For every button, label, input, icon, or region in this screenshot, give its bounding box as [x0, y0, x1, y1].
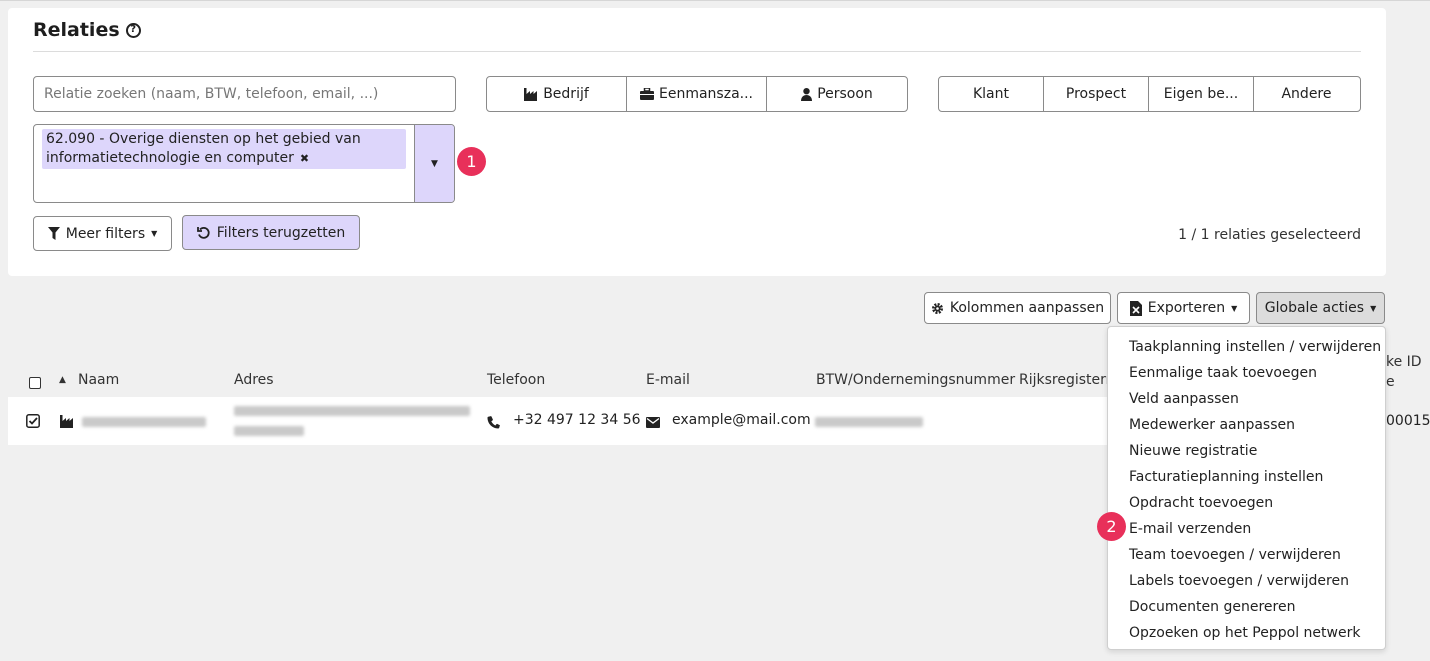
global-actions-label: Globale acties — [1264, 300, 1365, 316]
type-filter-eenmanszaak[interactable]: Eenmansza... — [627, 77, 767, 111]
menu-item-nieuwe-registratie[interactable]: Nieuwe registratie — [1108, 438, 1385, 464]
nace-code-select[interactable]: 62.090 - Overige diensten op het gebied … — [33, 124, 455, 203]
search-input[interactable] — [33, 76, 456, 112]
redacted-address-line-2 — [234, 426, 304, 436]
status-filter-prospect[interactable]: Prospect — [1044, 77, 1149, 111]
column-btw[interactable]: BTW/Ondernemingsnummer — [816, 372, 1015, 388]
menu-item-peppol[interactable]: Opzoeken op het Peppol netwerk — [1108, 620, 1385, 646]
remove-tag-icon[interactable]: ✖ — [300, 152, 309, 165]
redacted-address-line-1 — [234, 406, 470, 416]
page-title-text: Relaties — [33, 19, 120, 41]
caret-down-icon: ▼ — [1231, 303, 1238, 313]
page-title: Relaties ? — [33, 19, 141, 41]
id-value-partial: 00015 — [1386, 413, 1430, 429]
export-label: Exporteren — [1147, 300, 1226, 316]
redacted-name — [82, 417, 206, 427]
column-naam[interactable]: Naam — [78, 372, 119, 388]
menu-item-labels[interactable]: Labels toevoegen / verwijderen — [1108, 568, 1385, 594]
chevron-down-icon[interactable]: ▼ — [414, 125, 454, 202]
gear-icon — [931, 302, 943, 314]
caret-down-icon: ▼ — [151, 229, 158, 238]
menu-item-eenmalige-taak[interactable]: Eenmalige taak toevoegen — [1108, 360, 1385, 386]
menu-item-email-verzenden[interactable]: E-mail verzenden — [1108, 516, 1385, 542]
select-all-checkbox[interactable] — [29, 377, 41, 389]
step-badge-2: 2 — [1097, 512, 1126, 541]
reset-filters-button[interactable]: Filters terugzetten — [182, 215, 360, 250]
nace-tag-label: 62.090 - Overige diensten op het gebied … — [46, 131, 361, 166]
nace-tag: 62.090 - Overige diensten op het gebied … — [42, 129, 406, 169]
menu-item-team[interactable]: Team toevoegen / verwijderen — [1108, 542, 1385, 568]
email-value[interactable]: example@mail.com — [672, 412, 811, 428]
factory-icon — [60, 415, 73, 428]
top-border — [0, 0, 1430, 1]
column-email[interactable]: E-mail — [646, 372, 690, 388]
status-filter-andere[interactable]: Andere — [1254, 77, 1359, 111]
column-adres[interactable]: Adres — [234, 372, 274, 388]
user-icon — [801, 87, 813, 101]
briefcase-icon — [640, 88, 654, 100]
global-actions-menu: Taakplanning instellen / verwijderen Een… — [1107, 326, 1386, 650]
customize-columns-label: Kolommen aanpassen — [949, 300, 1105, 316]
more-filters-label: Meer filters — [65, 225, 146, 242]
type-filter-group: Bedrijf Eenmansza... Persoon — [486, 76, 908, 112]
excel-file-icon — [1129, 300, 1142, 316]
column-id-partial-2: e — [1386, 374, 1395, 390]
menu-item-veld-aanpassen[interactable]: Veld aanpassen — [1108, 386, 1385, 412]
envelope-icon — [646, 417, 660, 428]
status-filter-klant[interactable]: Klant — [939, 77, 1044, 111]
step-badge-1: 1 — [457, 147, 486, 176]
menu-item-facturatieplanning[interactable]: Facturatieplanning instellen — [1108, 464, 1385, 490]
type-filter-label: Eenmansza... — [659, 86, 753, 102]
sort-asc-icon[interactable]: ▲ — [59, 375, 66, 385]
type-filter-label: Bedrijf — [543, 86, 589, 102]
export-button[interactable]: Exporteren ▼ — [1117, 292, 1250, 324]
global-actions-button[interactable]: Globale acties ▼ — [1256, 292, 1385, 324]
type-filter-persoon[interactable]: Persoon — [767, 77, 907, 111]
column-rijksregister[interactable]: Rijksregisterm — [1019, 372, 1119, 388]
menu-item-taakplanning[interactable]: Taakplanning instellen / verwijderen — [1108, 334, 1385, 360]
customize-columns-button[interactable]: Kolommen aanpassen — [924, 292, 1111, 324]
help-icon[interactable]: ? — [125, 22, 141, 38]
reset-filters-label: Filters terugzetten — [216, 224, 346, 241]
column-telefoon[interactable]: Telefoon — [487, 372, 545, 388]
type-filter-bedrijf[interactable]: Bedrijf — [487, 77, 627, 111]
menu-item-documenten[interactable]: Documenten genereren — [1108, 594, 1385, 620]
column-id-partial: ke ID — [1386, 354, 1422, 370]
factory-icon — [524, 87, 538, 101]
selection-count: 1 / 1 relaties geselecteerd — [1178, 227, 1361, 243]
status-filter-group: Klant Prospect Eigen be... Andere — [938, 76, 1361, 112]
checked-checkbox-icon[interactable] — [26, 414, 40, 428]
phone-icon — [487, 416, 500, 429]
type-filter-label: Persoon — [817, 86, 873, 102]
title-divider — [33, 51, 1361, 52]
phone-value[interactable]: +32 497 12 34 56 — [513, 412, 641, 428]
status-filter-eigen-bedrijf[interactable]: Eigen be... — [1149, 77, 1254, 111]
menu-item-medewerker[interactable]: Medewerker aanpassen — [1108, 412, 1385, 438]
more-filters-button[interactable]: Meer filters ▼ — [33, 216, 172, 251]
menu-item-opdracht[interactable]: Opdracht toevoegen — [1108, 490, 1385, 516]
redacted-vat-number — [815, 417, 923, 427]
undo-icon — [196, 226, 210, 239]
caret-down-icon: ▼ — [1370, 303, 1377, 313]
filter-icon — [47, 227, 60, 240]
